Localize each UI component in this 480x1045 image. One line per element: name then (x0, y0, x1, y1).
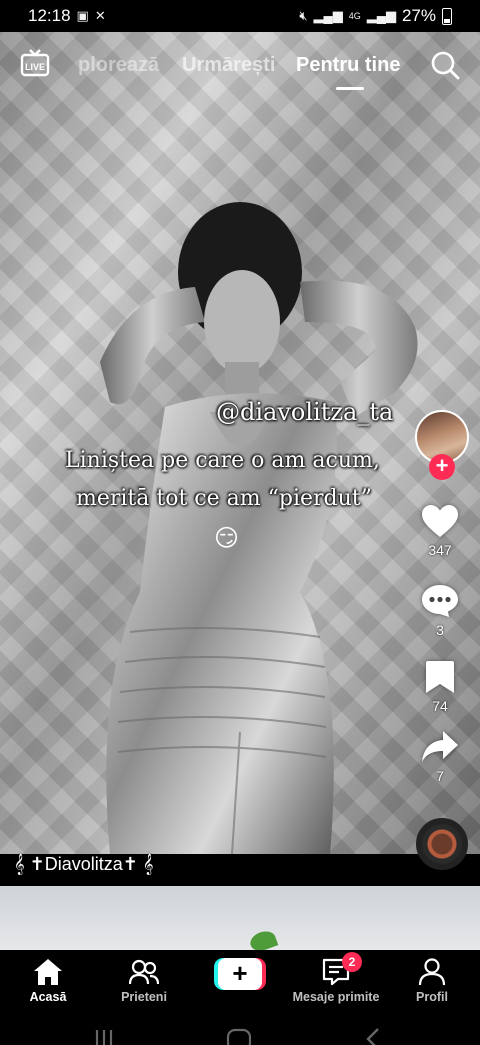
back-icon[interactable] (364, 1028, 382, 1045)
mute-icon: 🔇︎ (299, 8, 308, 23)
home-system-icon[interactable] (226, 1028, 252, 1045)
share-button[interactable]: 7 (400, 730, 480, 784)
wing-icon: 𝄞 (14, 854, 25, 874)
status-bar: 12:18 ▣ ✕ 🔇︎ ▂▄▆ 4G ▂▄▆ 27% (0, 0, 480, 32)
wing-icon-right: 𝄞 (142, 854, 154, 874)
signal-icon: ▂▄▆ (313, 8, 343, 23)
comment-icon (422, 585, 458, 617)
status-time: 12:18 (28, 6, 71, 25)
notification-icon: ▣ (76, 8, 89, 23)
comment-button[interactable]: 3 (400, 584, 480, 638)
top-nav: LIVE ploreazā Urmārești Pentru tine (0, 42, 480, 90)
smirk-emoji: 😏 (214, 525, 240, 552)
like-count: 347 (428, 542, 452, 558)
share-icon (422, 731, 458, 762)
recents-icon[interactable] (92, 1028, 116, 1045)
nav-home-label: Acasā (29, 990, 67, 1004)
active-tab-indicator (336, 87, 364, 90)
nav-friends-label: Prieteni (121, 990, 167, 1004)
profile-icon (418, 958, 446, 986)
battery-percent: 27% (401, 6, 436, 25)
save-count: 74 (432, 698, 448, 714)
nav-profile[interactable]: Profil (384, 958, 480, 1004)
search-icon[interactable] (430, 50, 460, 80)
share-count: 7 (436, 768, 444, 784)
home-icon (34, 959, 62, 985)
system-nav-bar (0, 1016, 480, 1045)
nav-profile-label: Profil (416, 990, 448, 1004)
author-username[interactable]: 𝄞 ✝Diavolitza✝ 𝄞 (14, 854, 153, 875)
heart-icon (422, 505, 458, 537)
friends-icon (129, 959, 159, 985)
plus-icon: + (218, 958, 262, 990)
next-video-preview[interactable] (0, 886, 480, 950)
network-type: 4G (348, 11, 361, 21)
video-caption-line-1: Liniștea pe care o am acum, (65, 448, 380, 473)
nav-home[interactable]: Acasā (0, 958, 96, 1004)
tab-for-you[interactable]: Pentru tine (296, 54, 400, 77)
video-caption-line-2: meritā tot ce am “pierdut” (76, 486, 372, 511)
save-button[interactable]: 74 (400, 660, 480, 714)
nav-inbox[interactable]: 2 Mesaje primite (288, 952, 384, 1004)
nav-inbox-label: Mesaje primite (292, 990, 380, 1004)
bottom-nav: Acasā Prieteni + 2 Mesaje primite Profil (0, 950, 480, 1016)
tools-icon: ✕ (94, 8, 106, 23)
bookmark-icon (426, 661, 454, 693)
battery-icon (442, 7, 452, 25)
video-overlay-handle: @diavolitza_ta (216, 398, 394, 426)
create-button[interactable]: + (192, 958, 288, 990)
comment-count: 3 (436, 622, 444, 638)
follow-button[interactable]: + (429, 454, 455, 480)
tab-following[interactable]: Urmārești (182, 54, 275, 77)
tab-explore[interactable]: ploreazā (78, 54, 159, 77)
sound-disc[interactable] (416, 818, 468, 870)
like-button[interactable]: 347 (400, 504, 480, 558)
inbox-badge: 2 (342, 952, 362, 972)
signal-icon-2: ▂▄▆ (366, 8, 396, 23)
live-icon[interactable]: LIVE (20, 48, 50, 78)
nav-friends[interactable]: Prieteni (96, 958, 192, 1004)
svg-text:LIVE: LIVE (25, 62, 45, 72)
